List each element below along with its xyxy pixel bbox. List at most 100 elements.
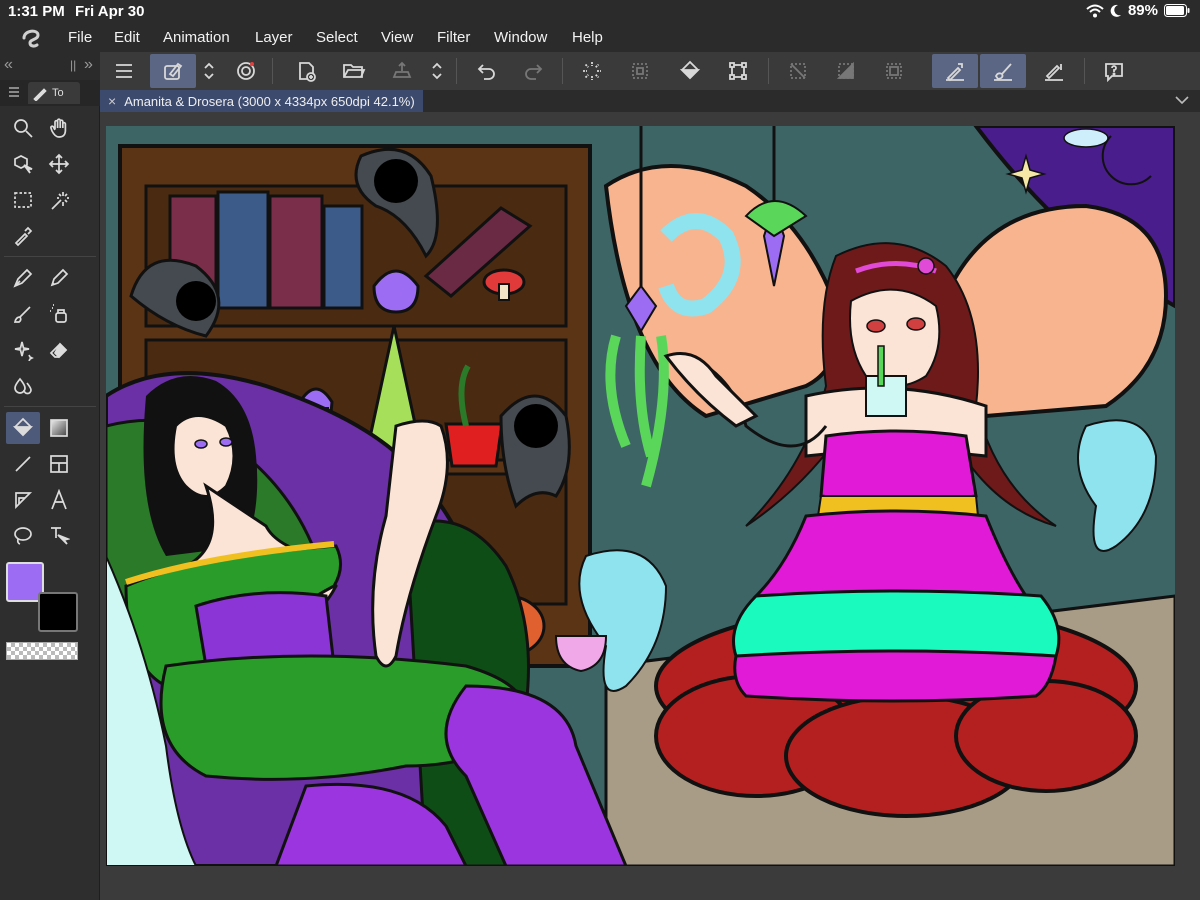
lasso-icon: [14, 527, 32, 545]
battery-icon: [1164, 4, 1190, 17]
menu-edit[interactable]: Edit: [114, 29, 140, 46]
tool-decoration[interactable]: [6, 334, 40, 366]
sub-color-swatch[interactable]: [38, 592, 78, 632]
selection-grid-button[interactable]: [620, 54, 660, 88]
menu-animation[interactable]: Animation: [163, 29, 230, 46]
tool-eraser[interactable]: [42, 334, 76, 366]
up-down-button[interactable]: [198, 54, 220, 88]
clear-selection-button[interactable]: [778, 54, 818, 88]
tool-zoom[interactable]: [6, 112, 40, 144]
undo-button[interactable]: [466, 54, 506, 88]
document-tab-bar: × Amanita & Drosera (3000 x 4334px 650dp…: [100, 90, 1200, 112]
menu-filter[interactable]: Filter: [437, 29, 470, 46]
brush-stabilizer-icon: [994, 63, 1012, 81]
line-icon: [15, 456, 31, 472]
panel-grip-icon[interactable]: ||: [70, 58, 76, 72]
up-down-icon: [432, 62, 442, 80]
close-tab-icon[interactable]: ×: [108, 93, 116, 109]
text-icon: [51, 489, 67, 510]
menu-file[interactable]: File: [68, 29, 92, 46]
up-down-button-2[interactable]: [426, 54, 448, 88]
menu-window[interactable]: Window: [494, 29, 547, 46]
fill-bucket-icon: [679, 60, 701, 80]
redo-button[interactable]: [514, 54, 554, 88]
airbrush-icon: [50, 304, 67, 323]
canvas-workspace[interactable]: [100, 112, 1200, 900]
tool-object[interactable]: [6, 148, 40, 180]
ruler-snap-button[interactable]: [1034, 54, 1074, 88]
clip-studio-logo-icon[interactable]: [18, 26, 44, 50]
export-button[interactable]: [382, 54, 422, 88]
menu-layer[interactable]: Layer: [255, 29, 293, 46]
transparent-color-swatch[interactable]: [6, 642, 78, 660]
eraser-icon: [49, 342, 68, 359]
zoom-icon: [14, 119, 33, 138]
pen-stabilizer-button[interactable]: [932, 54, 978, 88]
up-down-icon: [204, 62, 214, 80]
document-tab[interactable]: × Amanita & Drosera (3000 x 4334px 650dp…: [100, 90, 423, 112]
tab-tool-label: To: [52, 87, 64, 99]
chevron-down-icon[interactable]: [1174, 92, 1190, 108]
tool-hand[interactable]: [42, 112, 76, 144]
menu-icon: [116, 64, 132, 78]
illustration: [106, 126, 1175, 866]
wifi-icon: [1086, 4, 1104, 17]
panel-menu-icon[interactable]: [8, 86, 20, 98]
open-button[interactable]: [334, 54, 374, 88]
separator: [272, 58, 273, 84]
transform-button[interactable]: [718, 54, 758, 88]
tool-eyedropper[interactable]: [6, 220, 40, 252]
tool-gradient[interactable]: [42, 412, 76, 444]
clip-studio-window: 1:31 PM Fri Apr 30 89% File Edit Animati…: [0, 0, 1200, 900]
document-title: Amanita & Drosera (3000 x 4334px 650dpi …: [124, 93, 415, 109]
fill-button[interactable]: [670, 54, 710, 88]
clear-selection-icon: [790, 63, 806, 79]
quick-access-icon: [164, 62, 183, 80]
companion-button[interactable]: [226, 54, 266, 88]
menu-view[interactable]: View: [381, 29, 413, 46]
tool-move[interactable]: [42, 148, 76, 180]
undo-icon: [477, 64, 495, 80]
tool-correct-line[interactable]: [42, 520, 76, 552]
tool-line[interactable]: [6, 448, 40, 480]
tool-ruler[interactable]: [6, 484, 40, 516]
tool-frame-border[interactable]: [42, 448, 76, 480]
status-time: 1:31 PM: [8, 3, 65, 20]
tool-pencil[interactable]: [42, 262, 76, 294]
export-icon: [392, 61, 412, 78]
expand-right-icon[interactable]: »: [84, 56, 93, 74]
frame-border-icon: [50, 455, 68, 473]
quick-access-button[interactable]: [150, 54, 196, 88]
tool-blend[interactable]: [6, 370, 40, 402]
tab-tool[interactable]: To: [28, 82, 80, 104]
tool-text[interactable]: [42, 484, 76, 516]
ruler-icon: [15, 492, 33, 510]
tool-pen[interactable]: [6, 262, 40, 294]
gradient-fill-button[interactable]: [826, 54, 866, 88]
battery-percent: 89%: [1127, 2, 1158, 19]
tool-fill[interactable]: [6, 412, 40, 444]
collapse-left-icon[interactable]: «: [4, 56, 13, 74]
status-right: 89%: [1086, 2, 1190, 19]
tool-rect-select[interactable]: [6, 184, 40, 216]
loading-button[interactable]: [572, 54, 612, 88]
command-bar: [100, 52, 1200, 90]
menu-help[interactable]: Help: [572, 29, 603, 46]
tool-auto-select[interactable]: [42, 184, 76, 216]
tool-brush[interactable]: [6, 298, 40, 330]
tool-divider: [4, 256, 96, 257]
auto-select-icon: [51, 192, 69, 210]
eyedropper-icon: [14, 226, 33, 247]
pen-stabilizer-icon: [946, 63, 964, 82]
tool-lasso[interactable]: [6, 520, 40, 552]
menu-button[interactable]: [104, 54, 144, 88]
menu-select[interactable]: Select: [316, 29, 358, 46]
frame-button[interactable]: [874, 54, 914, 88]
brush-stabilizer-button[interactable]: [980, 54, 1026, 88]
tool-airbrush[interactable]: [42, 298, 76, 330]
new-canvas-button[interactable]: [286, 54, 326, 88]
canvas-artwork[interactable]: [106, 126, 1175, 866]
help-button[interactable]: [1094, 54, 1134, 88]
separator: [1084, 58, 1085, 84]
open-folder-icon: [343, 64, 366, 78]
